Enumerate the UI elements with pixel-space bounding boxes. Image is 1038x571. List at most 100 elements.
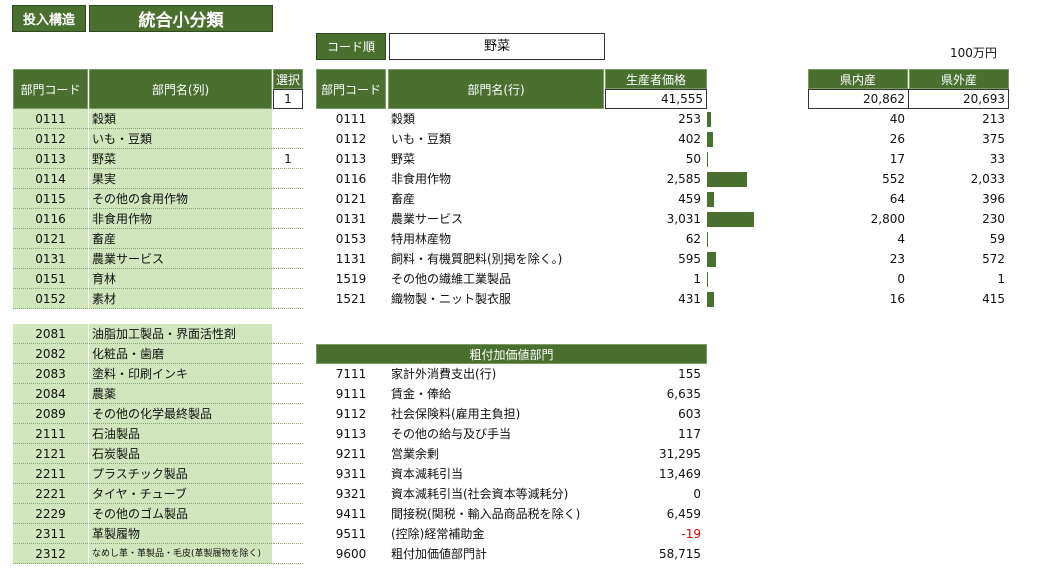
table-row[interactable]: 0131 農業サービス 3,031 (316, 209, 776, 229)
table-row[interactable]: 9211 営業余剰 31,295 (316, 444, 707, 464)
row-select[interactable] (273, 129, 303, 149)
table-row[interactable]: 2229 その他のゴム製品 (13, 504, 303, 524)
table-row[interactable]: 9511 (控除)経常補助金 -19 (316, 524, 707, 544)
table-row[interactable]: 2111 石油製品 (13, 424, 303, 444)
table-row[interactable]: 26 375 (808, 129, 1009, 149)
table-row[interactable]: 16 415 (808, 289, 1009, 309)
table-row[interactable]: 4 59 (808, 229, 1009, 249)
table-row[interactable]: 552 2,033 (808, 169, 1009, 189)
table-row[interactable]: 9113 その他の給与及び手当 117 (316, 424, 707, 444)
table-row[interactable]: 0114 果実 (13, 169, 303, 189)
table-row[interactable]: 2,800 230 (808, 209, 1009, 229)
mid-header-name: 部門名(行) (388, 69, 604, 109)
table-row[interactable]: 7111 家計外消費支出(行) 155 (316, 364, 707, 384)
table-row[interactable]: 2311 革製履物 (13, 524, 303, 544)
row-code: 0116 (335, 172, 367, 186)
row-select[interactable] (273, 364, 303, 384)
row-select[interactable] (273, 229, 303, 249)
sort-value-field[interactable]: 野菜 (389, 33, 605, 60)
row-select[interactable] (273, 209, 303, 229)
input-structure-button[interactable]: 投入構造 (12, 5, 86, 32)
table-row[interactable]: 0151 育林 (13, 269, 303, 289)
table-row[interactable]: 1519 その他の繊維工業製品 1 (316, 269, 776, 289)
title-button[interactable]: 統合小分類 (89, 5, 273, 32)
table-row[interactable]: 1521 織物製・ニット製衣服 431 (316, 289, 776, 309)
row-select[interactable] (273, 324, 303, 344)
row-name: 賃金・俸給 (391, 387, 452, 401)
row-value: 603 (678, 407, 701, 421)
table-row[interactable]: 0112 いも・豆類 402 (316, 129, 776, 149)
table-row[interactable]: 9411 間接税(関税・輸入品商品税を除く) 6,459 (316, 504, 707, 524)
row-value: 402 (678, 132, 701, 146)
row-code: 0153 (335, 232, 367, 246)
row-code: 2083 (13, 364, 88, 384)
row-select[interactable]: 1 (273, 149, 303, 169)
table-row[interactable]: 0116 非食用作物 2,585 (316, 169, 776, 189)
row-name: いも・豆類 (89, 129, 272, 149)
table-row[interactable]: 1131 飼料・有機質肥料(別掲を除く。) 595 (316, 249, 776, 269)
row-value: -19 (681, 527, 701, 541)
row-in: 26 (889, 132, 905, 146)
row-select[interactable] (273, 524, 303, 544)
table-row[interactable]: 9111 賃金・俸給 6,635 (316, 384, 707, 404)
row-select[interactable] (273, 109, 303, 129)
row-select[interactable] (273, 544, 303, 564)
table-row[interactable]: 0112 いも・豆類 (13, 129, 303, 149)
table-row[interactable]: 2081 油脂加工製品・界面活性剤 (13, 324, 303, 344)
row-name: 特用林産物 (391, 232, 452, 246)
row-select[interactable] (273, 289, 303, 309)
table-row[interactable]: 0116 非食用作物 (13, 209, 303, 229)
row-select[interactable] (273, 504, 303, 524)
row-select[interactable] (273, 169, 303, 189)
table-row[interactable]: 23 572 (808, 249, 1009, 269)
table-row[interactable]: 0115 その他の食用作物 (13, 189, 303, 209)
table-row[interactable]: 2084 農薬 (13, 384, 303, 404)
row-code: 2111 (13, 424, 88, 444)
table-row[interactable]: 9311 資本減耗引当 13,469 (316, 464, 707, 484)
table-row[interactable]: 2221 タイヤ・チューブ (13, 484, 303, 504)
row-select[interactable] (273, 189, 303, 209)
table-row[interactable]: 0113 野菜 1 (13, 149, 303, 169)
table-row[interactable]: 64 396 (808, 189, 1009, 209)
table-row[interactable]: 2121 石炭製品 (13, 444, 303, 464)
row-name: 石油製品 (89, 424, 272, 444)
table-row[interactable]: 2211 プラスチック製品 (13, 464, 303, 484)
table-row[interactable]: 9112 社会保険料(雇用主負担) 603 (316, 404, 707, 424)
table-row[interactable]: 17 33 (808, 149, 1009, 169)
table-row[interactable]: 0121 畜産 (13, 229, 303, 249)
row-name: 石炭製品 (89, 444, 272, 464)
row-code: 2312 (13, 544, 88, 564)
row-name: 素材 (89, 289, 272, 309)
table-row[interactable]: 0152 素材 (13, 289, 303, 309)
table-row[interactable]: 2083 塗料・印刷インキ (13, 364, 303, 384)
row-select[interactable] (273, 464, 303, 484)
row-select[interactable] (273, 404, 303, 424)
table-row[interactable]: 0111 穀類 253 (316, 109, 776, 129)
row-select[interactable] (273, 249, 303, 269)
row-select[interactable] (273, 444, 303, 464)
table-row[interactable]: 0121 畜産 459 (316, 189, 776, 209)
row-in: 2,800 (870, 212, 905, 226)
row-name: 粗付加価値部門計 (391, 547, 488, 561)
row-select[interactable] (273, 269, 303, 289)
row-select[interactable] (273, 424, 303, 444)
table-row[interactable]: 0131 農業サービス (13, 249, 303, 269)
row-select[interactable] (273, 344, 303, 364)
row-select[interactable] (273, 384, 303, 404)
table-row[interactable]: 40 213 (808, 109, 1009, 129)
row-select[interactable] (273, 484, 303, 504)
table-row[interactable]: 9321 資本減耗引当(社会資本等減耗分) 0 (316, 484, 707, 504)
row-out: 213 (982, 112, 1005, 126)
table-row[interactable]: 0153 特用林産物 62 (316, 229, 776, 249)
table-row[interactable]: 2312 なめし革・革製品・毛皮(革製履物を除く) (13, 544, 303, 564)
table-row[interactable]: 01 (808, 269, 1009, 289)
table-row[interactable]: 9600 粗付加価値部門計 58,715 (316, 544, 707, 564)
row-code: 9211 (335, 447, 367, 461)
table-row[interactable]: 0113 野菜 50 (316, 149, 776, 169)
table-row[interactable]: 2089 その他の化学最終製品 (13, 404, 303, 424)
table-row[interactable]: 0111 穀類 (13, 109, 303, 129)
table-row[interactable]: 2082 化粧品・歯磨 (13, 344, 303, 364)
row-value: 3,031 (666, 212, 701, 226)
row-name: 間接税(関税・輸入品商品税を除く) (391, 507, 581, 521)
row-code: 9112 (335, 407, 367, 421)
